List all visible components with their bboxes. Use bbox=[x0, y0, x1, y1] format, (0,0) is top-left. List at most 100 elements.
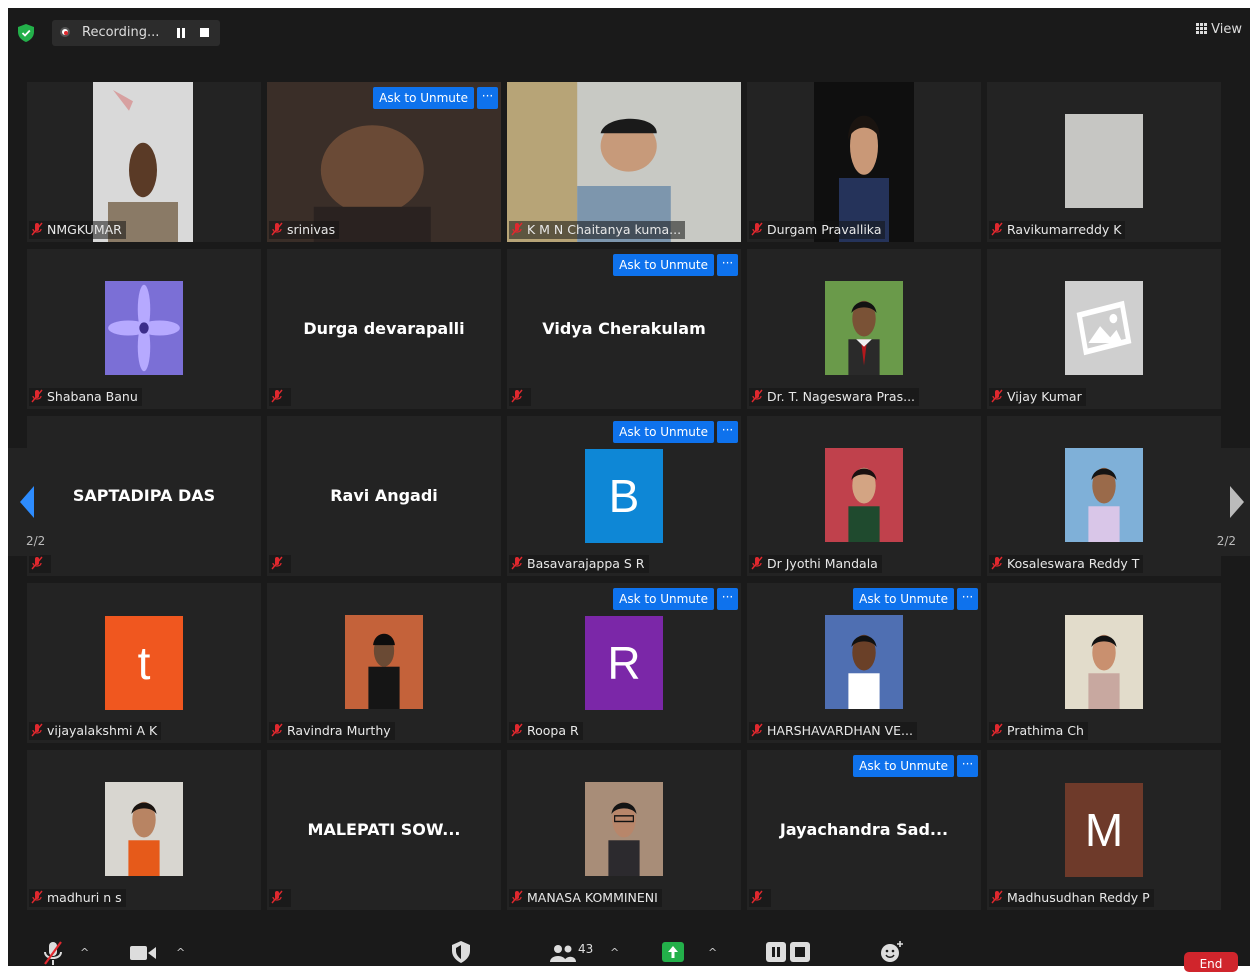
participant-tile[interactable]: t vijayalakshmi A K bbox=[27, 583, 261, 743]
participant-tile[interactable]: B Ask to Unmute ··· Basavarajappa S R bbox=[507, 416, 741, 576]
participant-avatar: M bbox=[1065, 783, 1143, 877]
ask-to-unmute-button[interactable]: Ask to Unmute bbox=[853, 755, 954, 777]
participant-name: madhuri n s bbox=[47, 890, 122, 905]
participant-tile[interactable]: NMGKUMAR bbox=[27, 82, 261, 242]
participant-video bbox=[1065, 615, 1143, 709]
security-icon[interactable] bbox=[452, 941, 470, 963]
muted-mic-icon bbox=[991, 723, 1003, 737]
participants-icon[interactable] bbox=[550, 944, 576, 962]
participant-video bbox=[1065, 281, 1143, 375]
participant-video bbox=[1065, 448, 1143, 542]
participant-name-label bbox=[269, 889, 291, 907]
more-options-button[interactable]: ··· bbox=[957, 588, 978, 610]
participant-name: Vijay Kumar bbox=[1007, 389, 1082, 404]
participant-tile[interactable]: Ravi Angadi bbox=[267, 416, 501, 576]
participant-name-label bbox=[269, 555, 291, 573]
pause-recording-icon[interactable] bbox=[176, 28, 186, 38]
ask-to-unmute-button[interactable]: Ask to Unmute bbox=[613, 254, 714, 276]
participant-display-name: Ravi Angadi bbox=[330, 486, 438, 505]
more-options-button[interactable]: ··· bbox=[477, 87, 498, 109]
participant-tile[interactable]: Durga devarapalli bbox=[267, 249, 501, 409]
ask-to-unmute-button[interactable]: Ask to Unmute bbox=[613, 588, 714, 610]
participant-tile[interactable]: M Madhusudhan Reddy P bbox=[987, 750, 1221, 910]
muted-mic-icon bbox=[991, 389, 1003, 403]
security-shield-icon[interactable] bbox=[18, 24, 34, 42]
participant-name-label: Basavarajappa S R bbox=[509, 555, 649, 573]
participant-tile[interactable]: Vijay Kumar bbox=[987, 249, 1221, 409]
ask-to-unmute-button[interactable]: Ask to Unmute bbox=[853, 588, 954, 610]
share-screen-icon[interactable] bbox=[662, 942, 684, 962]
ask-to-unmute-button[interactable]: Ask to Unmute bbox=[613, 421, 714, 443]
participant-tile[interactable]: K M N Chaitanya kuma... bbox=[507, 82, 741, 242]
participant-tile[interactable]: MALEPATI SOW... bbox=[267, 750, 501, 910]
muted-mic-icon bbox=[31, 222, 43, 236]
participant-name-label: Dr Jyothi Mandala bbox=[749, 555, 882, 573]
muted-mic-icon bbox=[511, 890, 523, 904]
participant-display-name: Vidya Cherakulam bbox=[542, 319, 706, 338]
participant-tile[interactable]: Ask to Unmute ··· HARSHAVARDHAN VE... bbox=[747, 583, 981, 743]
participant-tile[interactable]: madhuri n s bbox=[27, 750, 261, 910]
participant-tile[interactable]: MANASA KOMMINENI bbox=[507, 750, 741, 910]
participant-name-label: Prathima Ch bbox=[989, 722, 1088, 740]
unmute-mic-icon[interactable] bbox=[42, 940, 64, 966]
participant-name-label: Kosaleswara Reddy T bbox=[989, 555, 1144, 573]
participant-name: Ravindra Murthy bbox=[287, 723, 391, 738]
participant-name-label: Shabana Banu bbox=[29, 388, 142, 406]
participant-name: Basavarajappa S R bbox=[527, 556, 645, 571]
participant-tile[interactable]: Jayachandra Sad... Ask to Unmute ··· bbox=[747, 750, 981, 910]
muted-mic-icon bbox=[511, 222, 523, 236]
participant-video bbox=[345, 615, 423, 709]
participant-name-label: NMGKUMAR bbox=[29, 221, 126, 239]
stop-recording-icon[interactable] bbox=[200, 28, 209, 37]
muted-mic-icon bbox=[31, 389, 43, 403]
participant-tile[interactable]: Shabana Banu bbox=[27, 249, 261, 409]
participant-tile[interactable]: Kosaleswara Reddy T bbox=[987, 416, 1221, 576]
ask-to-unmute-button[interactable]: Ask to Unmute bbox=[373, 87, 474, 109]
participant-tile[interactable]: Prathima Ch bbox=[987, 583, 1221, 743]
participant-tile[interactable]: R Ask to Unmute ··· Roopa R bbox=[507, 583, 741, 743]
recording-label: Recording... bbox=[82, 25, 160, 40]
next-page-label: 2/2 bbox=[1216, 534, 1236, 548]
muted-mic-icon bbox=[31, 890, 43, 904]
end-meeting-button[interactable]: End bbox=[1184, 952, 1238, 972]
reactions-icon[interactable] bbox=[880, 941, 904, 963]
pause-stop-recording-icon[interactable] bbox=[766, 942, 810, 962]
more-options-button[interactable]: ··· bbox=[957, 755, 978, 777]
participant-display-name: Durga devarapalli bbox=[303, 319, 465, 338]
meeting-toolbar: ^ ^ 43 ^ ^ End bbox=[8, 936, 1250, 972]
participant-tile[interactable]: Durgam Pravallika bbox=[747, 82, 981, 242]
participant-tile[interactable]: Vidya Cherakulam Ask to Unmute ··· bbox=[507, 249, 741, 409]
meeting-window: Recording... View NMGKUMAR Ask to Unmute ·… bbox=[8, 8, 1250, 972]
participant-video bbox=[93, 82, 193, 242]
more-options-button[interactable]: ··· bbox=[717, 421, 738, 443]
participants-options-chevron-icon[interactable]: ^ bbox=[610, 946, 619, 959]
participant-tile[interactable]: SAPTADIPA DAS bbox=[27, 416, 261, 576]
muted-mic-icon bbox=[271, 389, 283, 403]
participant-name-label: Vijay Kumar bbox=[989, 388, 1086, 406]
participant-name: Roopa R bbox=[527, 723, 579, 738]
participants-count: 43 bbox=[578, 942, 594, 956]
participant-name-label bbox=[29, 555, 51, 573]
participant-video bbox=[814, 82, 914, 242]
view-button[interactable]: View bbox=[1196, 22, 1242, 37]
participant-video bbox=[105, 281, 183, 375]
more-options-button[interactable]: ··· bbox=[717, 588, 738, 610]
participant-name-label: MANASA KOMMINENI bbox=[509, 889, 662, 907]
muted-mic-icon bbox=[511, 389, 523, 403]
participant-tile[interactable]: Dr Jyothi Mandala bbox=[747, 416, 981, 576]
audio-options-chevron-icon[interactable]: ^ bbox=[80, 946, 89, 959]
video-options-chevron-icon[interactable]: ^ bbox=[176, 946, 185, 959]
participant-tile[interactable]: Dr. T. Nageswara Pras... bbox=[747, 249, 981, 409]
share-options-chevron-icon[interactable]: ^ bbox=[708, 946, 717, 959]
participant-video bbox=[825, 448, 903, 542]
participant-tile[interactable]: Ask to Unmute ··· srinivas bbox=[267, 82, 501, 242]
participant-video bbox=[105, 782, 183, 876]
muted-mic-icon bbox=[991, 222, 1003, 236]
participant-display-name: MALEPATI SOW... bbox=[307, 820, 461, 839]
participant-name: Ravikumarreddy K bbox=[1007, 222, 1122, 237]
more-options-button[interactable]: ··· bbox=[717, 254, 738, 276]
participant-tile[interactable]: Ravindra Murthy bbox=[267, 583, 501, 743]
video-camera-icon[interactable] bbox=[130, 945, 156, 961]
participant-name: Shabana Banu bbox=[47, 389, 138, 404]
participant-tile[interactable]: Ravikumarreddy K bbox=[987, 82, 1221, 242]
